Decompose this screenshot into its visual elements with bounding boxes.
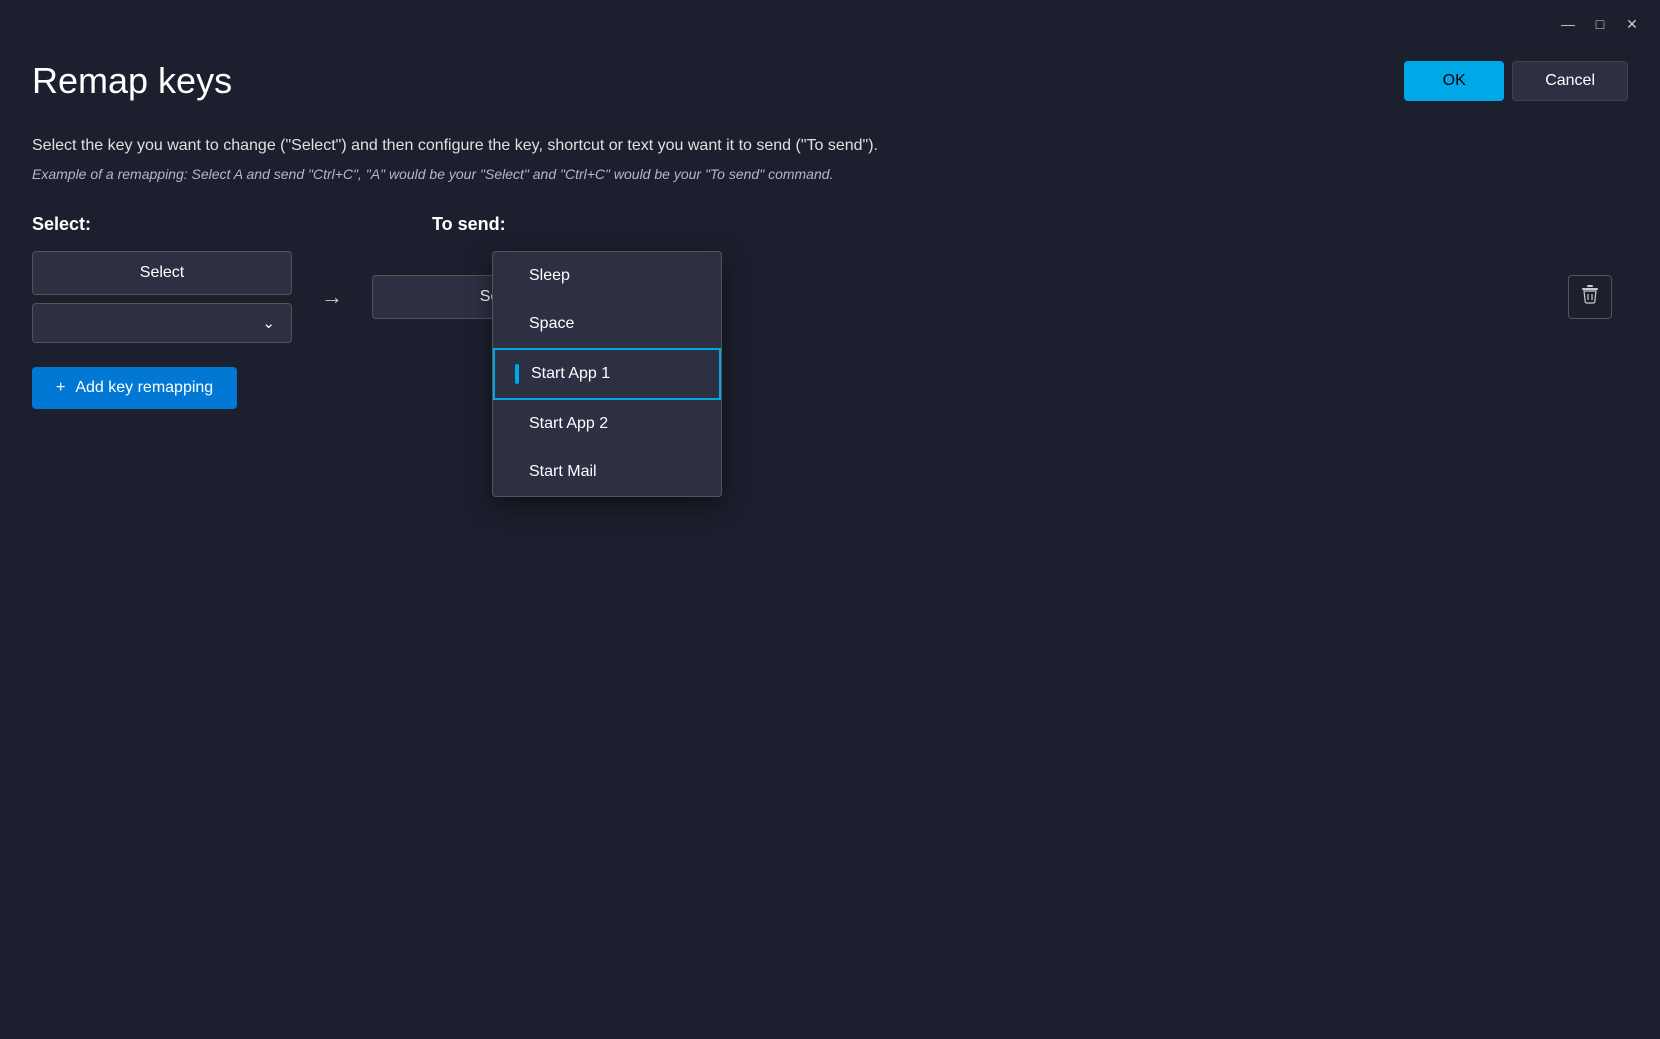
title-bar: — □ ✕ <box>0 0 1660 36</box>
left-group: Select ⌄ <box>32 251 292 343</box>
minimize-button[interactable]: — <box>1556 12 1580 36</box>
add-key-remapping-button[interactable]: + Add key remapping <box>32 367 237 409</box>
ok-button[interactable]: OK <box>1404 61 1504 101</box>
dropdown-chevron-icon: ⌄ <box>262 314 275 332</box>
dropdown-item-start-app-2[interactable]: Start App 2 <box>493 400 721 448</box>
select-column-label: Select: <box>32 214 352 235</box>
dropdown-item-sleep[interactable]: Sleep <box>493 252 721 300</box>
cancel-button[interactable]: Cancel <box>1512 61 1628 101</box>
remap-keys-window: — □ ✕ Remap keys OK Cancel Select the ke… <box>0 0 1660 1039</box>
key-type-dropdown[interactable]: ⌄ <box>32 303 292 343</box>
remapping-row: Select ⌄ → Select <box>32 251 1628 343</box>
dropdown-item-start-app-1-label: Start App 1 <box>531 365 610 383</box>
dropdown-menu: Sleep Space Start App 1 Start App 2 Star… <box>492 251 722 497</box>
columns-header: Select: To send: <box>32 214 1628 235</box>
arrow-icon: → <box>321 284 343 310</box>
tosend-column-label: To send: <box>432 214 1628 235</box>
close-button[interactable]: ✕ <box>1620 12 1644 36</box>
dropdown-item-space-label: Space <box>529 315 574 333</box>
maximize-button[interactable]: □ <box>1588 12 1612 36</box>
plus-icon: + <box>56 379 65 397</box>
description-main: Select the key you want to change ("Sele… <box>32 134 1628 158</box>
select-key-button[interactable]: Select <box>32 251 292 295</box>
trash-icon <box>1580 284 1600 310</box>
dropdown-item-start-mail-label: Start Mail <box>529 463 597 481</box>
dropdown-item-start-app-2-label: Start App 2 <box>529 415 608 433</box>
header-buttons: OK Cancel <box>1404 61 1628 101</box>
delete-remapping-button[interactable] <box>1568 275 1612 319</box>
remapping-wrapper: Select ⌄ → Select <box>32 251 1628 343</box>
dropdown-item-start-mail[interactable]: Start Mail <box>493 448 721 496</box>
dropdown-item-space[interactable]: Space <box>493 300 721 348</box>
description-example: Example of a remapping: Select A and sen… <box>32 166 1628 182</box>
dropdown-item-sleep-label: Sleep <box>529 267 570 285</box>
arrow-separator: → <box>292 284 372 310</box>
dropdown-item-start-app-1[interactable]: Start App 1 <box>493 348 721 400</box>
page-title: Remap keys <box>32 60 232 102</box>
content-area: Remap keys OK Cancel Select the key you … <box>0 36 1660 433</box>
header-row: Remap keys OK Cancel <box>32 60 1628 102</box>
add-key-remapping-label: Add key remapping <box>75 379 213 397</box>
